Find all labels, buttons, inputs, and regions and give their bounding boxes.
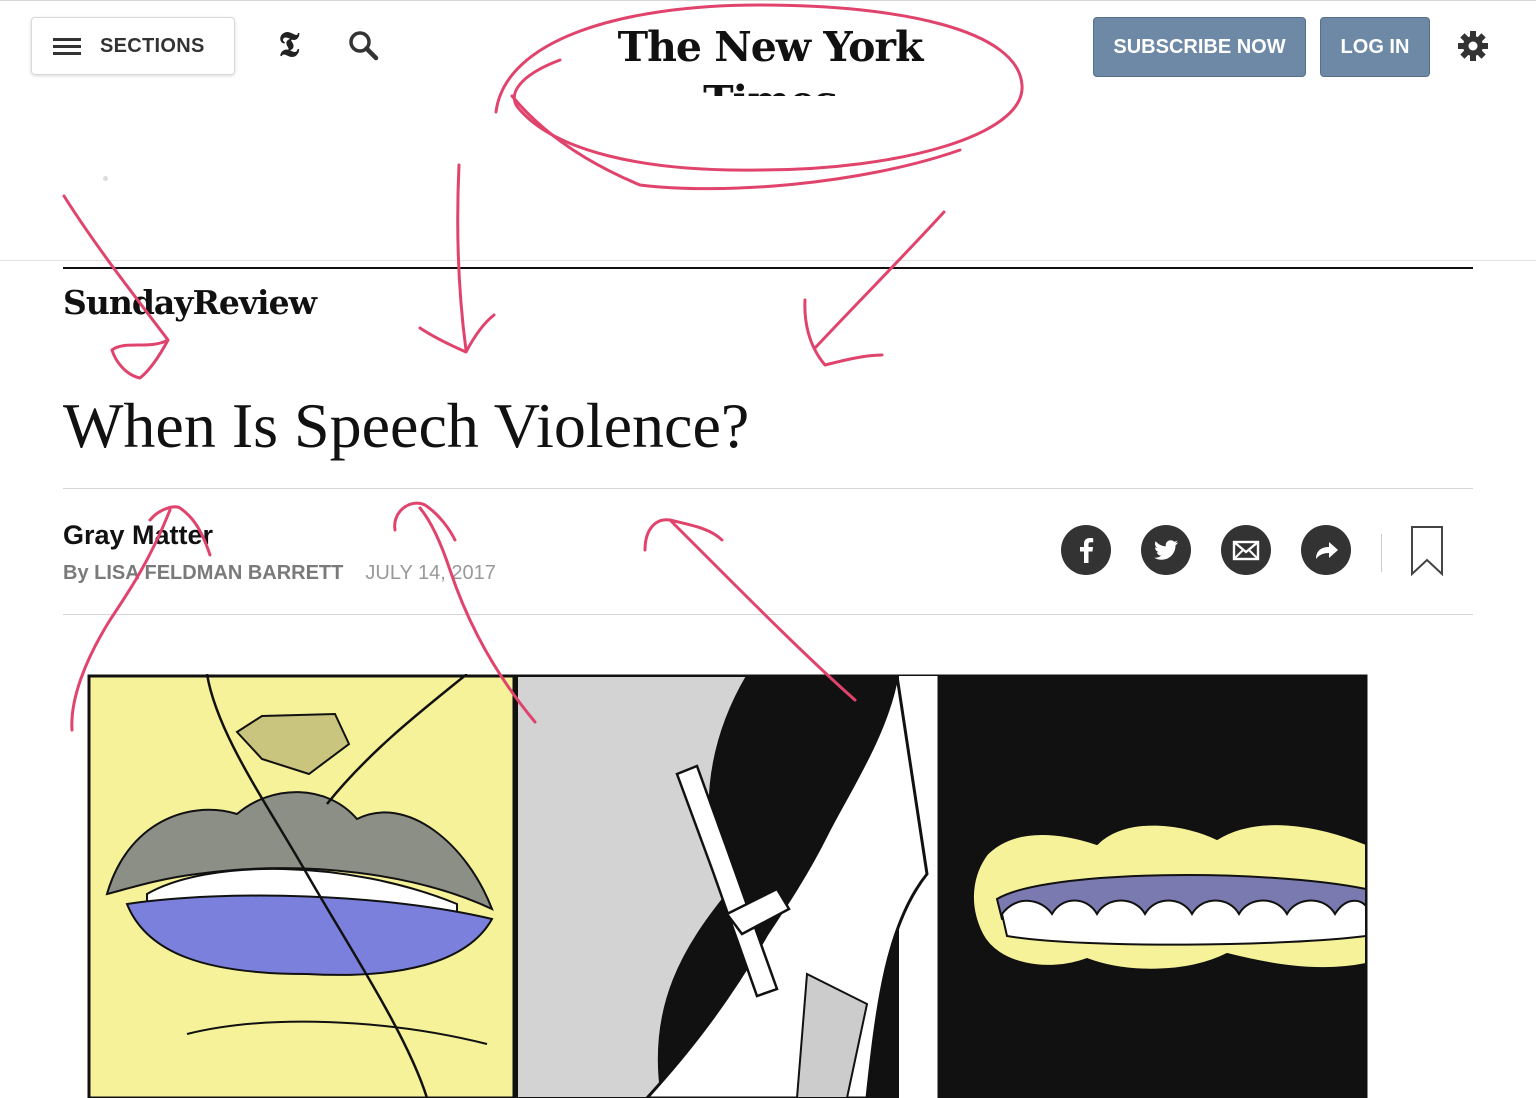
arrow-annotation-6 <box>643 518 857 702</box>
share-arrow-icon <box>1316 542 1338 559</box>
login-button[interactable]: LOG IN <box>1320 17 1430 77</box>
facebook-share-button[interactable] <box>1061 525 1111 575</box>
share-divider <box>1381 534 1382 572</box>
sections-label: SECTIONS <box>100 35 205 57</box>
hamburger-icon <box>53 38 81 56</box>
gear-icon[interactable] <box>1456 29 1490 63</box>
ad-placeholder-mark <box>103 176 108 181</box>
facebook-icon <box>1080 538 1094 563</box>
nyt-t-logo[interactable]: 𝕿 <box>272 25 306 65</box>
byline: By LISA FELDMAN BARRETT JULY 14, 2017 <box>63 561 496 585</box>
bookmark-icon[interactable] <box>1410 526 1444 577</box>
byline-prefix: By <box>63 562 95 584</box>
email-share-button[interactable] <box>1221 525 1271 575</box>
subscribe-button[interactable]: SUBSCRIBE NOW <box>1093 17 1306 77</box>
search-icon[interactable] <box>346 28 382 64</box>
divider <box>63 614 1473 615</box>
column-name[interactable]: Gray Matter <box>63 518 213 552</box>
publish-date: JULY 14, 2017 <box>365 562 496 584</box>
ad-slot <box>0 96 1536 261</box>
email-icon <box>1232 540 1260 561</box>
article-illustration <box>87 674 1368 1098</box>
twitter-icon <box>1154 540 1178 560</box>
more-share-button[interactable] <box>1301 525 1351 575</box>
author-name[interactable]: LISA FELDMAN BARRETT <box>94 562 343 584</box>
section-rule <box>63 267 1473 269</box>
twitter-share-button[interactable] <box>1141 525 1191 575</box>
article-headline: When Is Speech Violence? <box>63 390 750 461</box>
section-label[interactable]: SundayReview <box>63 282 317 324</box>
masthead-logo[interactable]: The New York Times <box>560 20 980 125</box>
sections-menu-button[interactable]: SECTIONS <box>31 17 235 75</box>
divider <box>63 488 1473 489</box>
